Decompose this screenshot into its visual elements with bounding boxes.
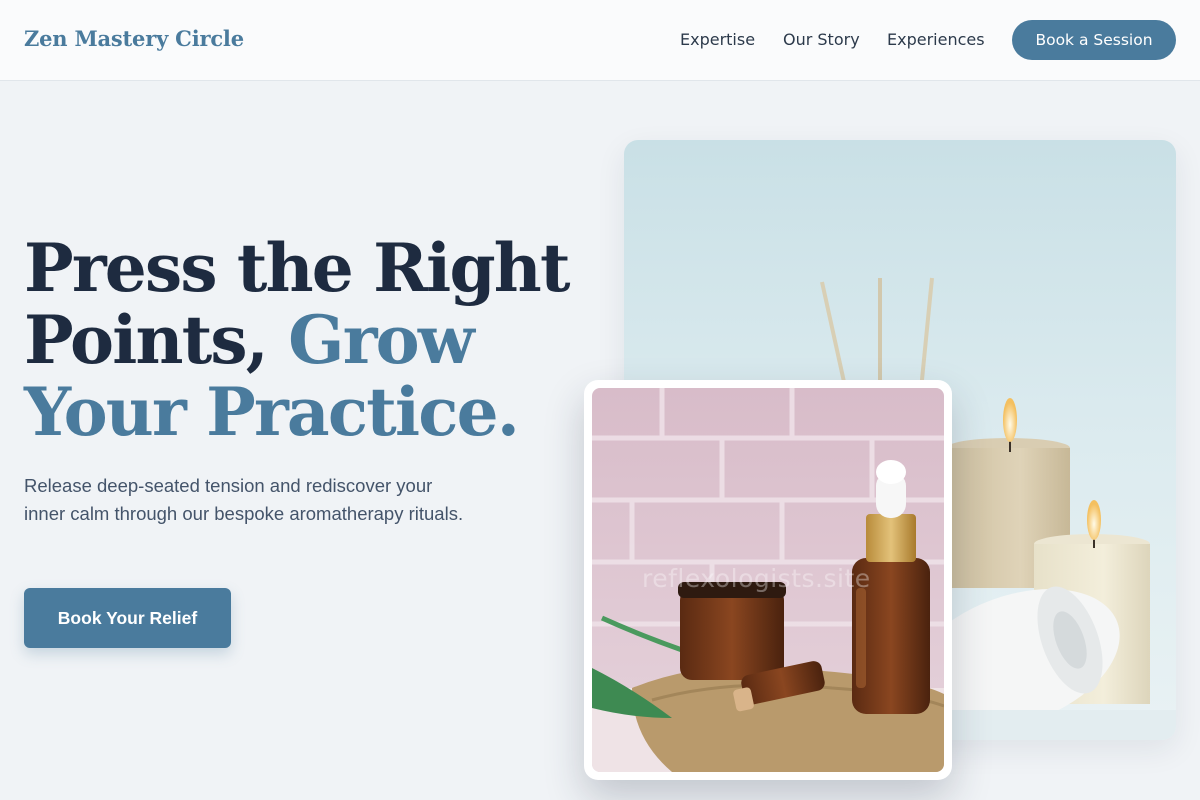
brand-logo[interactable]: Zen Mastery Circle xyxy=(24,26,244,51)
nav-link-expertise[interactable]: Expertise xyxy=(680,30,755,49)
headline-line-1: Press the Right xyxy=(24,229,570,307)
nav-link-experiences[interactable]: Experiences xyxy=(887,30,985,49)
site-header: Zen Mastery Circle Expertise Our Story E… xyxy=(0,0,1200,81)
headline-line-2b: Grow xyxy=(288,301,475,379)
headline-line-2a: Points, xyxy=(24,301,289,379)
hero-headline: Press the Right Points, Grow Your Practi… xyxy=(24,232,604,448)
headline-line-3: Your Practice. xyxy=(24,373,520,451)
hero-lede: Release deep-seated tension and rediscov… xyxy=(24,475,464,524)
image-watermark: reflexologists.site xyxy=(642,564,871,593)
nav-link-our-story[interactable]: Our Story xyxy=(783,30,860,49)
book-session-button[interactable]: Book a Session xyxy=(1012,20,1176,60)
book-relief-button[interactable]: Book Your Relief xyxy=(24,588,231,648)
